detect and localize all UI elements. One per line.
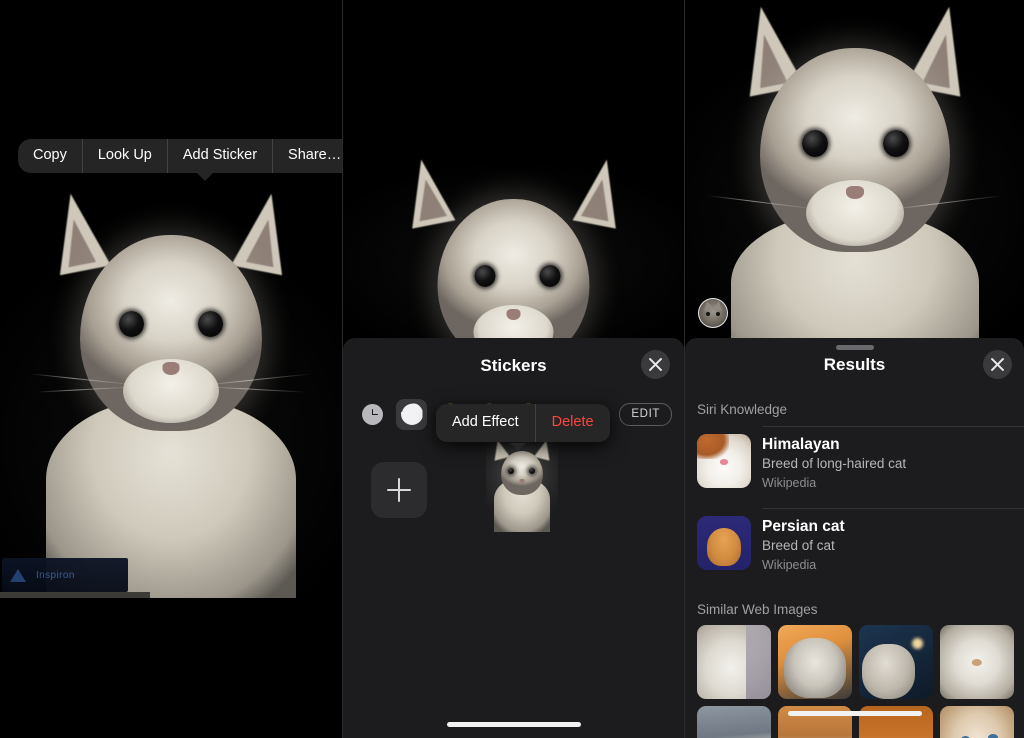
web-image-art (940, 625, 1014, 699)
results-sheet: Results Siri Knowledge Himalayan Breed o… (685, 338, 1024, 738)
edit-button[interactable]: EDIT (619, 402, 672, 426)
web-image-art (697, 706, 771, 738)
knowledge-title: Persian cat (762, 518, 845, 535)
badge-cat-eye-left (706, 312, 710, 316)
add-sticker-button[interactable] (371, 462, 427, 518)
sticker-cat-head (501, 451, 543, 495)
cat-eye-left (801, 130, 828, 157)
sticker-menu-item-delete[interactable]: Delete (536, 404, 610, 442)
siri-knowledge-label: Siri Knowledge (697, 402, 788, 417)
results-title: Results (823, 355, 886, 374)
photo-canvas-left[interactable]: Inspiron (0, 183, 342, 598)
cat-eye-left (474, 265, 495, 287)
panel-photo-context-menu: Inspiron Copy Look Up Add Sticker Share… (0, 0, 342, 738)
laptop-logo: Inspiron (2, 558, 128, 592)
home-indicator (787, 711, 922, 716)
screenshot-root: Inspiron Copy Look Up Add Sticker Share… (0, 0, 1024, 738)
cat-eye-left (119, 311, 144, 337)
close-icon[interactable] (641, 350, 670, 379)
sticker-moon-icon[interactable] (396, 398, 427, 430)
web-image-art (940, 706, 1014, 738)
web-image-3[interactable] (859, 625, 933, 699)
knowledge-thumbnail (697, 516, 751, 570)
cat-eye-right (198, 311, 223, 337)
similar-images-grid (697, 625, 1014, 738)
panel-stickers: Stickers 😶 🙂 😮 🐶 EDIT (342, 0, 684, 738)
cat-eye-right (539, 265, 560, 287)
context-menu-item-look-up[interactable]: Look Up (83, 139, 168, 173)
laptop-brand-label: Inspiron (36, 570, 75, 581)
stickers-title: Stickers (480, 356, 547, 375)
context-menu-pointer (196, 172, 214, 181)
sticker-context-menu[interactable]: Add Effect Delete (436, 404, 610, 442)
photo-canvas-right[interactable] (685, 0, 1024, 338)
web-image-1[interactable] (697, 625, 771, 699)
sticker-cat-eye-right (529, 468, 535, 474)
web-image-art (859, 625, 933, 699)
photo-canvas-middle[interactable] (343, 139, 684, 338)
recents-clock-icon[interactable] (357, 399, 388, 430)
web-image-art (697, 625, 771, 699)
similar-web-images-label: Similar Web Images (697, 602, 818, 617)
cat-eye-right (882, 130, 909, 157)
close-x-glyph (649, 358, 662, 371)
context-menu-item-copy[interactable]: Copy (18, 139, 83, 173)
divider (763, 426, 1024, 427)
clock-glyph (362, 403, 383, 425)
context-menu-item-add-sticker[interactable]: Add Sticker (168, 139, 274, 173)
context-menu-item-share[interactable]: Share… (273, 139, 342, 173)
knowledge-row-persian-cat[interactable]: Persian cat Breed of cat Wikipedia (697, 516, 1024, 575)
sticker-cat-eye-left (508, 468, 514, 474)
sticker-cat-nose (519, 479, 525, 483)
knowledge-subtitle: Breed of cat (762, 538, 835, 554)
cat-nose (162, 362, 180, 375)
web-image-8[interactable] (940, 706, 1014, 738)
web-image-5[interactable] (697, 706, 771, 738)
close-icon[interactable] (983, 350, 1012, 379)
cat-nose (845, 186, 864, 199)
web-image-4[interactable] (940, 625, 1014, 699)
context-menu[interactable]: Copy Look Up Add Sticker Share… (18, 139, 342, 173)
sticker-menu-pointer (510, 443, 526, 451)
knowledge-thumbnail (697, 434, 751, 488)
knowledge-row-himalayan[interactable]: Himalayan Breed of long-haired cat Wikip… (697, 434, 1024, 493)
stickers-sheet: Stickers 😶 🙂 😮 🐶 EDIT (343, 338, 684, 738)
sticker-thumbnail[interactable] (486, 438, 558, 532)
close-x-glyph (991, 358, 1004, 371)
panel-results: Results Siri Knowledge Himalayan Breed o… (684, 0, 1024, 738)
divider (763, 508, 1024, 509)
web-image-art (778, 625, 852, 699)
cat-nose (506, 309, 521, 320)
sheet-grabber[interactable] (835, 345, 874, 350)
subject-detection-badge[interactable] (698, 298, 728, 328)
web-image-2[interactable] (778, 625, 852, 699)
badge-cat-ear-right (712, 300, 724, 311)
sticker-menu-item-add-effect[interactable]: Add Effect (436, 404, 536, 442)
home-indicator (446, 722, 581, 727)
moon-glyph (401, 403, 423, 425)
laptop-edge (0, 592, 150, 598)
badge-cat-eye-right (716, 312, 720, 316)
knowledge-subtitle: Breed of long-haired cat (762, 456, 907, 472)
knowledge-source: Wikipedia (762, 475, 817, 490)
knowledge-source: Wikipedia (762, 557, 817, 572)
knowledge-title: Himalayan (762, 436, 840, 453)
